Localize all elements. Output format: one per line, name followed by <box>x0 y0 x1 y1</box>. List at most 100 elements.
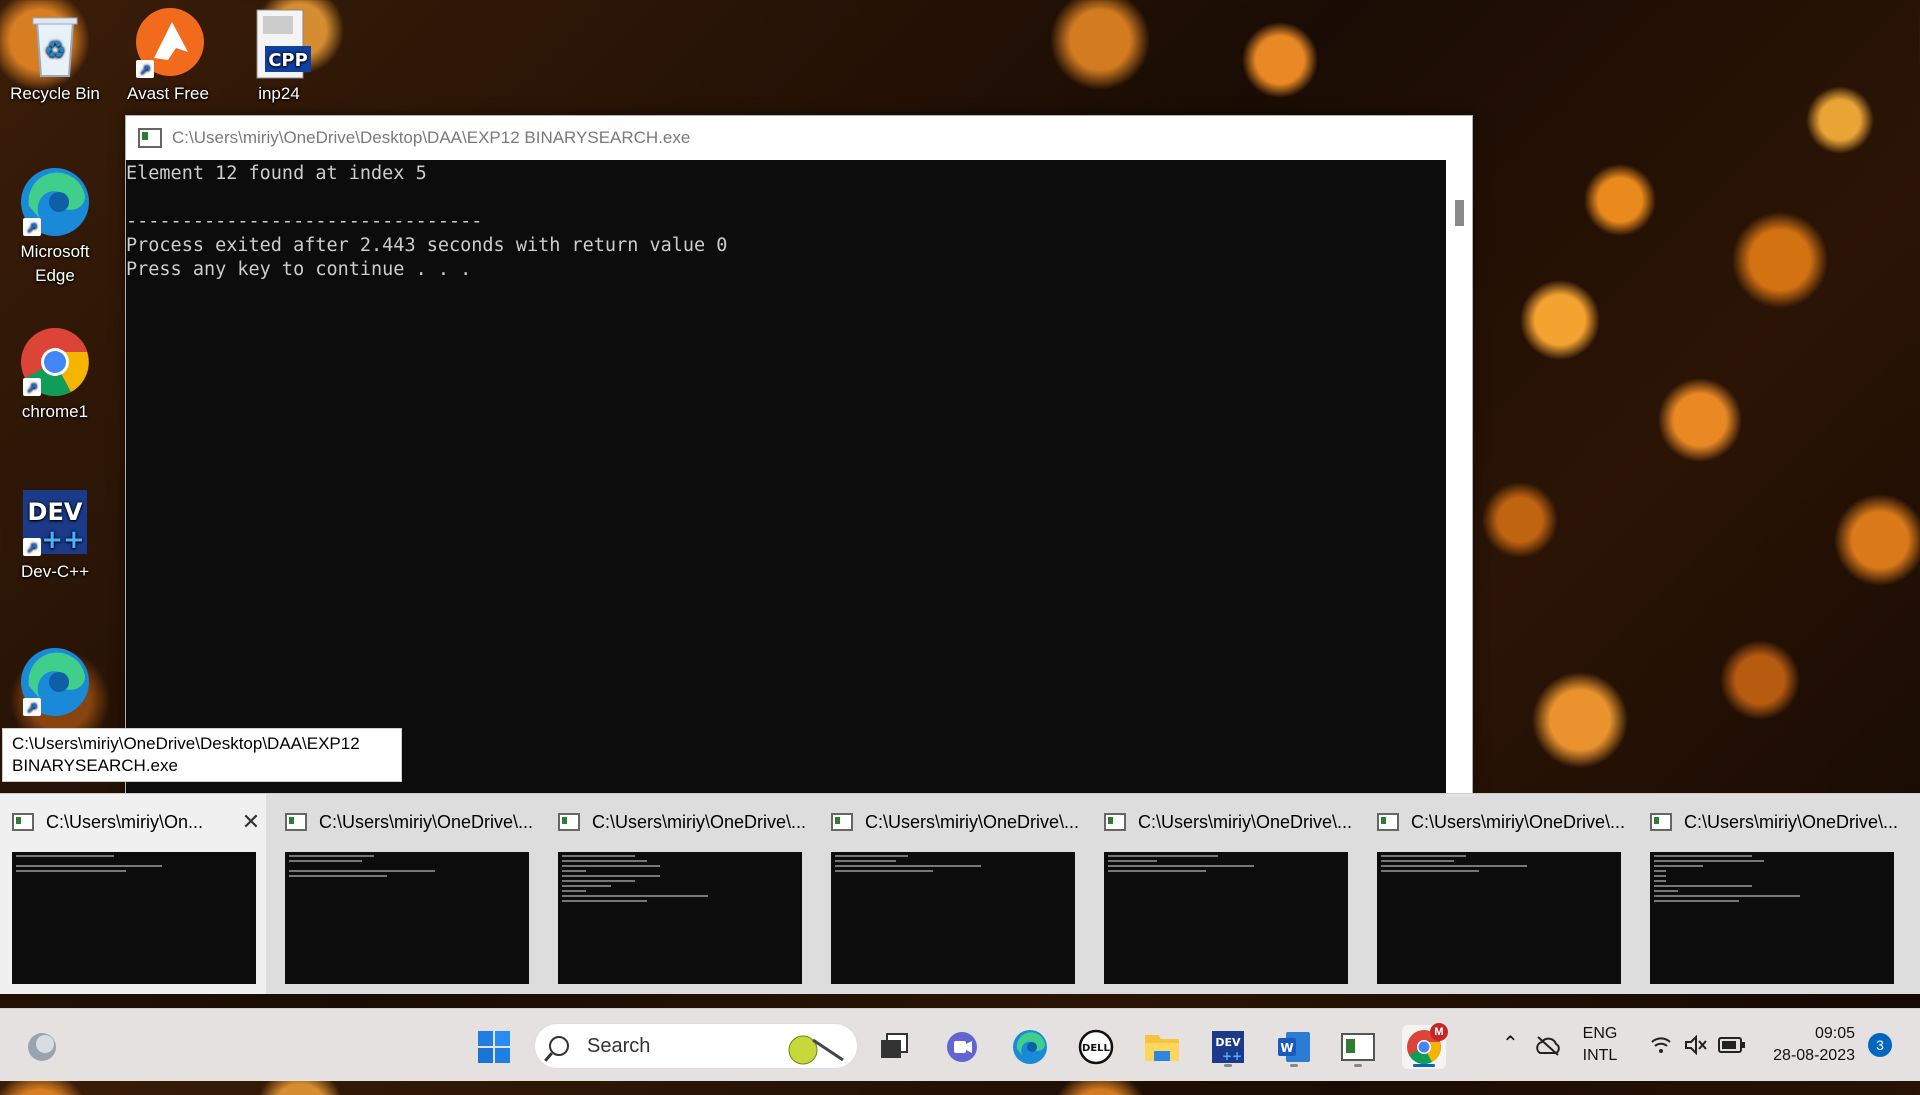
start-icon[interactable] <box>472 1025 516 1069</box>
teams-chat-icon[interactable] <box>940 1025 984 1069</box>
thumbnail-preview <box>1377 852 1621 984</box>
thumbnail-preview <box>1104 852 1348 984</box>
console-scrollbar[interactable] <box>1446 160 1472 796</box>
word-icon[interactable]: W <box>1272 1025 1316 1069</box>
thumbnail-window-4[interactable]: C:\Users\miriy\OneDrive\... <box>819 794 1085 994</box>
thumbnail-title: C:\Users\miriy\OneDrive\... <box>1138 811 1353 832</box>
widgets-icon[interactable] <box>20 1025 64 1069</box>
thumbnail-preview <box>558 852 802 984</box>
close-icon[interactable]: ✕ <box>236 809 266 835</box>
wifi-icon <box>1651 1037 1671 1053</box>
edge-taskbar-icon[interactable] <box>1008 1025 1052 1069</box>
quick-settings[interactable] <box>1640 1009 1760 1081</box>
volume-muted-icon <box>1685 1035 1707 1055</box>
svg-text:DELL: DELL <box>1082 1043 1111 1054</box>
console-line: Process exited after 2.443 seconds with … <box>126 235 728 256</box>
clock-time: 09:05 <box>1814 1025 1855 1042</box>
language-top: ENG <box>1582 1025 1618 1042</box>
thumbnail-window-1[interactable]: C:\Users\miriy\On... ✕ <box>0 794 266 994</box>
thumbnail-title: C:\Users\miriy\OneDrive\... <box>865 811 1080 832</box>
thumbnail-window-5[interactable]: C:\Users\miriy\OneDrive\... <box>1092 794 1358 994</box>
task-view-icon[interactable] <box>872 1025 916 1069</box>
show-hidden-icons-chevron[interactable]: ⌃ <box>1500 1009 1520 1081</box>
thumbnail-window-2[interactable]: C:\Users\miriy\OneDrive\... <box>273 794 539 994</box>
console-titlebar[interactable]: C:\Users\miriy\OneDrive\Desktop\DAA\EXP1… <box>126 116 1472 160</box>
taskbar-search[interactable]: Search <box>534 1023 858 1069</box>
desktop-icon-recycle-bin[interactable]: ♻ Recycle Bin <box>7 8 103 106</box>
desktop-icon-inp24[interactable]: CPP inp24 <box>231 8 327 106</box>
desktop-icon-avast[interactable]: ↗ Avast Free <box>120 8 216 106</box>
desktop-icon-edge-2[interactable]: ↗ <box>7 646 103 720</box>
svg-text:++: ++ <box>1222 1049 1242 1063</box>
thumbnail-window-7[interactable]: C:\Users\miriy\OneDrive\... <box>1638 794 1904 994</box>
scrollbar-thumb[interactable] <box>1455 200 1464 226</box>
search-icon <box>549 1036 569 1056</box>
battery-icon <box>1718 1037 1745 1053</box>
devcpp-icon: DEV ++ ↗ <box>19 486 91 558</box>
avast-icon: ↗ <box>132 8 204 80</box>
thumbnail-preview <box>12 852 256 984</box>
console-app-icon <box>138 128 162 148</box>
notification-center[interactable]: 3 <box>1866 1009 1896 1081</box>
chrome-taskbar-icon[interactable]: M <box>1402 1023 1448 1069</box>
console-app-icon <box>1104 813 1126 831</box>
svg-text:DEV: DEV <box>1215 1036 1241 1049</box>
console-output[interactable]: Element 12 found at index 5 ------------… <box>126 160 1446 800</box>
desktop-icon-label: Microsoft Edge <box>20 242 90 285</box>
running-indicator <box>1224 1064 1232 1067</box>
shortcut-arrow-icon: ↗ <box>23 538 41 556</box>
console-line: Press any key to continue . . . <box>126 259 472 280</box>
active-indicator <box>1413 1064 1435 1067</box>
console-line: -------------------------------- <box>126 211 483 232</box>
console-app-icon <box>1377 813 1399 831</box>
console-app-icon <box>831 813 853 831</box>
devcpp-taskbar-icon[interactable]: DEV ++ <box>1206 1025 1250 1069</box>
search-highlight-icon <box>788 1035 844 1065</box>
taskbar-thumbnail-panel: C:\Users\miriy\On... ✕ C:\Users\miriy\On… <box>0 793 1920 994</box>
desktop-icon-label: chrome1 <box>21 402 89 421</box>
console-app-icon <box>558 813 580 831</box>
desktop-icon-label: Dev-C++ <box>20 562 90 581</box>
search-label: Search <box>587 1034 651 1057</box>
shortcut-arrow-icon: ↗ <box>23 218 41 236</box>
console-taskbar-icon[interactable] <box>1336 1025 1380 1069</box>
edge-icon: ↗ <box>19 646 91 718</box>
thumbnail-preview <box>285 852 529 984</box>
svg-text:CPP: CPP <box>268 50 308 71</box>
console-app-icon <box>12 813 34 831</box>
desktop-icon-devcpp[interactable]: DEV ++ ↗ Dev-C++ <box>7 486 103 584</box>
console-app-icon <box>285 813 307 831</box>
desktop-icon-chrome[interactable]: ↗ chrome1 <box>7 326 103 424</box>
svg-text:++: ++ <box>41 525 85 555</box>
thumbnail-window-6[interactable]: C:\Users\miriy\OneDrive\... <box>1365 794 1631 994</box>
thumbnail-preview <box>831 852 1075 984</box>
notification-count-badge: 3 <box>1868 1033 1892 1057</box>
desktop-icon-label: Avast Free <box>127 84 209 103</box>
thumbnail-title: C:\Users\miriy\On... <box>46 811 204 832</box>
thumbnail-preview <box>1650 852 1894 984</box>
clock[interactable]: 09:05 28-08-2023 <box>1755 1009 1855 1095</box>
thumbnail-title: C:\Users\miriy\OneDrive\... <box>592 811 807 832</box>
svg-text:W: W <box>1280 1041 1293 1055</box>
chrome-profile-badge: M <box>1430 1023 1448 1041</box>
desktop-icon-edge[interactable]: ↗ Microsoft Edge <box>7 166 103 288</box>
thumbnail-window-3[interactable]: C:\Users\miriy\OneDrive\... <box>546 794 812 994</box>
console-window[interactable]: C:\Users\miriy\OneDrive\Desktop\DAA\EXP1… <box>125 115 1473 800</box>
input-language[interactable]: ENG INTL <box>1580 1009 1620 1095</box>
svg-text:♻: ♻ <box>44 36 66 64</box>
onedrive-offline-icon[interactable] <box>1534 1009 1564 1081</box>
cpp-file-icon: CPP <box>243 8 315 80</box>
dell-icon[interactable]: DELL <box>1074 1025 1118 1069</box>
clock-date: 28-08-2023 <box>1773 1047 1855 1064</box>
taskbar-tooltip: C:\Users\miriy\OneDrive\Desktop\DAA\EXP1… <box>2 728 402 782</box>
taskbar: Search DELL DEV ++ W M ⌃ ENG INTL 09:05 … <box>0 1008 1920 1081</box>
chrome-icon: ↗ <box>19 326 91 398</box>
thumbnail-title: C:\Users\miriy\OneDrive\... <box>1684 811 1899 832</box>
shortcut-arrow-icon: ↗ <box>23 698 41 716</box>
file-explorer-icon[interactable] <box>1140 1025 1184 1069</box>
console-app-icon <box>1650 813 1672 831</box>
recycle-bin-icon: ♻ <box>19 8 91 80</box>
shortcut-arrow-icon: ↗ <box>23 378 41 396</box>
svg-text:DEV: DEV <box>28 498 83 526</box>
running-indicator <box>1290 1064 1298 1067</box>
